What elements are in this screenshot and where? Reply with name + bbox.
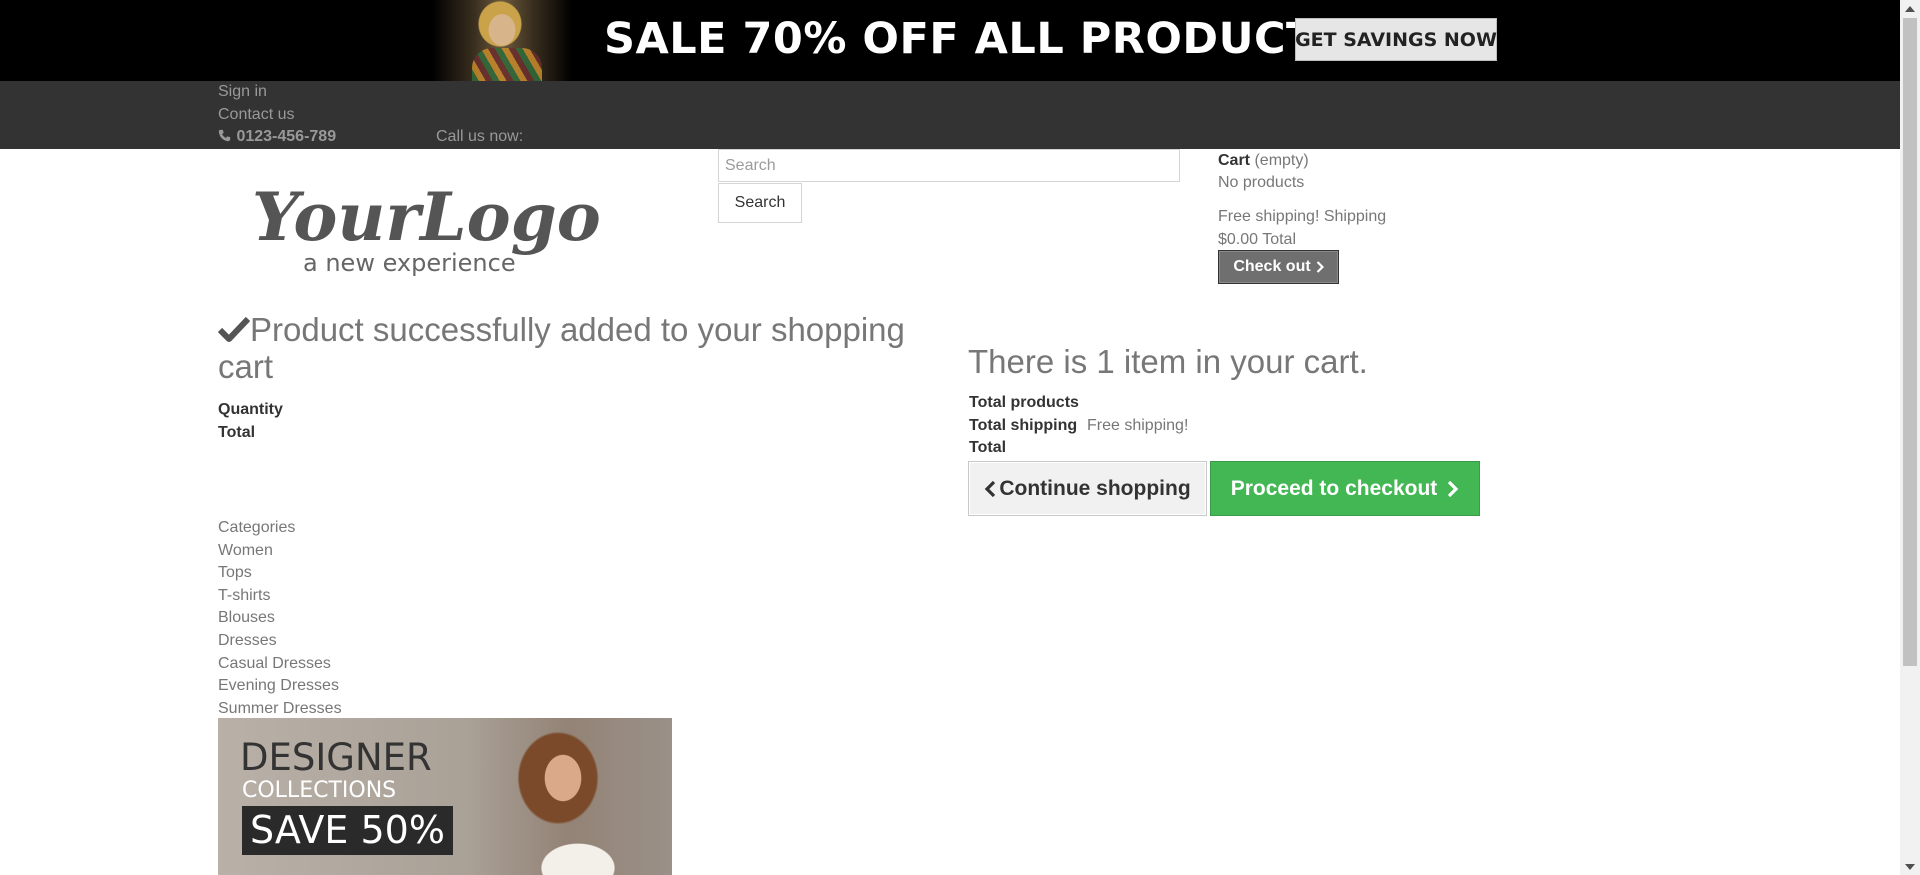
logo-main-text: YourLogo [252,178,601,256]
search-button[interactable]: Search [718,183,802,223]
category-item-blouses[interactable]: Blouses [218,607,342,630]
call-us-text: Call us now: 0123-456-789 [218,128,523,146]
get-savings-button[interactable]: GET SAVINGS NOW [1295,18,1497,61]
category-item-t-shirts[interactable]: T-shirts [218,585,342,608]
designer-collections-banner[interactable]: DESIGNER COLLECTIONS SAVE 50% [218,718,672,875]
banner-model-image [432,0,572,81]
designer-save-badge: SAVE 50% [242,806,453,855]
phone-icon [218,129,231,142]
quantity-label: Quantity [218,401,283,418]
scroll-down-icon [1905,863,1915,870]
chevron-right-icon [1448,480,1459,497]
category-item-casual-dresses[interactable]: Casual Dresses [218,653,342,676]
logo-graphic: YourLogo a new experience [252,178,601,277]
scroll-thumb[interactable] [1903,18,1917,666]
chevron-left-icon [985,480,996,497]
category-item-tops[interactable]: Tops [218,562,342,585]
sign-in-link[interactable]: Sign in [218,83,267,101]
page-scrollbar[interactable] [1900,0,1920,875]
cart-total-row: $0.00 Total [1218,229,1296,251]
cart-total-label: Total [1262,231,1296,248]
contact-us-link[interactable]: Contact us [218,106,294,124]
site-logo[interactable]: YourLogo a new experience [248,178,608,278]
category-item-dresses[interactable]: Dresses [218,630,342,653]
cart-shipping-row: Free shipping! Shipping [1218,206,1386,228]
cart-total-label: Total [969,439,1007,456]
search-input[interactable] [718,149,1180,182]
cart-status: (empty) [1254,152,1309,169]
designer-line2: COLLECTIONS [242,778,397,803]
continue-shopping-button[interactable]: Continue shopping [968,461,1207,516]
top-promo-banner[interactable]: SALE 70% OFF ALL PRODUCTS GET SAVINGS NO… [0,0,1900,81]
category-heading[interactable]: Categories [218,517,342,540]
success-heading-text: Product successfully added to your shopp… [218,311,905,385]
cart-title-row: Cart (empty) [1218,150,1309,172]
scroll-up-icon [1905,5,1915,12]
continue-shopping-label: Continue shopping [999,476,1191,500]
cart-no-products: No products [1218,174,1305,191]
call-us-prefix: Call us now: [436,128,524,145]
phone-number: 0123-456-789 [236,128,337,145]
cart-title: Cart [1218,152,1251,169]
banner-headline: SALE 70% OFF ALL PRODUCTS [604,14,1348,64]
product-total-label: Total [218,424,256,441]
category-item-summer-dresses[interactable]: Summer Dresses [218,698,342,721]
chevron-right-icon [1316,261,1324,273]
total-shipping-label: Total shipping [969,417,1078,434]
category-list: Categories Women Tops T-shirts Blouses D… [218,517,342,720]
proceed-to-checkout-label: Proceed to checkout [1230,476,1438,500]
category-item-evening-dresses[interactable]: Evening Dresses [218,675,342,698]
logo-tagline: a new experience [303,249,516,277]
cart-total-value: $0.00 [1218,231,1259,248]
checkmark-icon [218,316,250,342]
cart-shipping-label: Shipping [1323,208,1387,225]
designer-model-image [468,718,672,875]
cart-item-count: There is 1 item in your cart. [968,343,1368,380]
check-out-button[interactable]: Check out [1218,250,1339,284]
total-shipping-value: Free shipping! [1087,417,1189,434]
cart-free-shipping: Free shipping! [1218,208,1320,225]
top-nav: Sign in Contact us Call us now: 0123-456… [0,81,1900,149]
scroll-down-arrow[interactable] [1900,858,1920,875]
proceed-to-checkout-button[interactable]: Proceed to checkout [1210,461,1480,516]
total-products-label: Total products [969,394,1079,411]
check-out-label: Check out [1233,258,1311,275]
scroll-up-arrow[interactable] [1900,0,1920,17]
designer-line1: DESIGNER [240,736,432,779]
category-item-women[interactable]: Women [218,540,342,563]
success-heading: Product successfully added to your shopp… [218,311,938,385]
